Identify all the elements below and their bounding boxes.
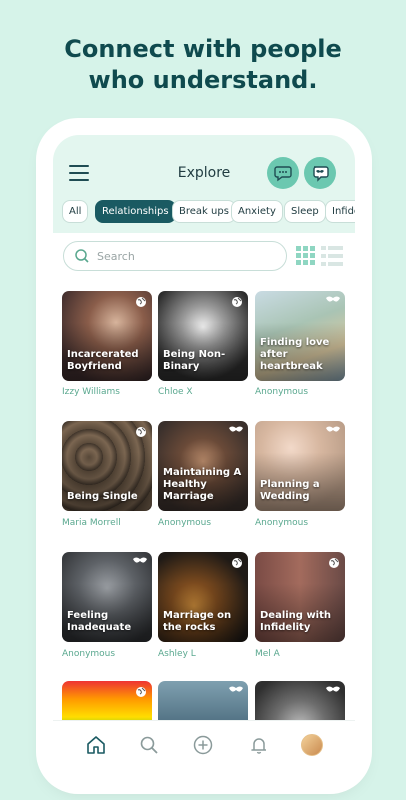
group-author[interactable]: Anonymous [255, 518, 308, 528]
list-view-icon[interactable] [321, 246, 343, 266]
mask-chat-icon [313, 166, 329, 182]
add-icon[interactable] [193, 735, 213, 755]
bell-icon[interactable] [249, 735, 269, 755]
group-card[interactable]: Incarcerated Boyfriend [62, 291, 152, 381]
group-author[interactable]: Izzy Williams [62, 387, 120, 397]
anonymous-chat-button[interactable] [304, 157, 336, 189]
chip-infidelity[interactable]: Infide [325, 200, 355, 223]
headline: Connect with people who understand. [0, 34, 406, 96]
group-author[interactable]: Ashley L [158, 649, 196, 659]
group-card[interactable]: Planning a Wedding [255, 421, 345, 511]
grid-view-icon[interactable] [296, 246, 316, 266]
globe-icon [329, 558, 339, 568]
top-bar: Explore All Relationships Break ups Anxi… [53, 135, 355, 233]
headline-line-1: Connect with people [64, 35, 342, 63]
group-title: Marriage on the rocks [163, 610, 232, 633]
bottom-navigation [53, 720, 355, 777]
group-title: Being Single [67, 491, 138, 502]
globe-icon [232, 297, 242, 307]
app-screen: Explore All Relationships Break ups Anxi… [53, 135, 355, 777]
search-icon [75, 249, 89, 263]
group-author[interactable]: Anonymous [255, 387, 308, 397]
group-card[interactable]: Finding love after heartbreak [255, 291, 345, 381]
globe-icon [136, 687, 146, 697]
group-author[interactable]: Chloe X [158, 387, 193, 397]
chip-anxiety[interactable]: Anxiety [231, 200, 283, 223]
mask-icon [326, 426, 340, 432]
home-icon[interactable] [86, 735, 106, 755]
search-icon[interactable] [139, 735, 159, 755]
group-title: Finding love after heartbreak [260, 337, 330, 372]
group-title: Being Non-Binary [163, 349, 226, 372]
mask-icon [326, 296, 340, 302]
profile-avatar[interactable] [301, 734, 323, 756]
group-title: Dealing with Infidelity [260, 610, 332, 633]
group-card[interactable]: Dealing with Infidelity [255, 552, 345, 642]
chat-button[interactable] [267, 157, 299, 189]
group-card[interactable]: Being Single [62, 421, 152, 511]
group-author[interactable]: Maria Morrell [62, 518, 121, 528]
group-title: Maintaining A Healthy Marriage [163, 467, 242, 502]
group-title: Planning a Wedding [260, 479, 320, 502]
group-card[interactable]: Feeling Inadequate [62, 552, 152, 642]
chip-all[interactable]: All [62, 200, 89, 223]
group-card[interactable]: Maintaining A Healthy Marriage [158, 421, 248, 511]
chat-bubble-icon [274, 166, 292, 182]
globe-icon [136, 297, 146, 307]
group-author[interactable]: Mel A [255, 649, 280, 659]
globe-icon [136, 427, 146, 437]
chip-sleep[interactable]: Sleep [284, 200, 326, 223]
search-input[interactable]: Search [63, 241, 287, 271]
mask-icon [326, 686, 340, 692]
group-card[interactable]: Being Non-Binary [158, 291, 248, 381]
group-title: Feeling Inadequate [67, 610, 132, 633]
group-author[interactable]: Anonymous [62, 649, 115, 659]
category-chips: All Relationships Break ups Anxiety Slee… [53, 200, 355, 226]
mask-icon [229, 426, 243, 432]
chip-break-ups[interactable]: Break ups [172, 200, 236, 223]
group-author[interactable]: Anonymous [158, 518, 211, 528]
headline-line-2: who understand. [88, 66, 318, 94]
mask-icon [133, 557, 147, 563]
globe-icon [232, 558, 242, 568]
mask-icon [229, 686, 243, 692]
group-card[interactable]: Marriage on the rocks [158, 552, 248, 642]
search-placeholder: Search [97, 250, 135, 263]
chip-relationships[interactable]: Relationships [95, 200, 176, 223]
group-title: Incarcerated Boyfriend [67, 349, 139, 372]
